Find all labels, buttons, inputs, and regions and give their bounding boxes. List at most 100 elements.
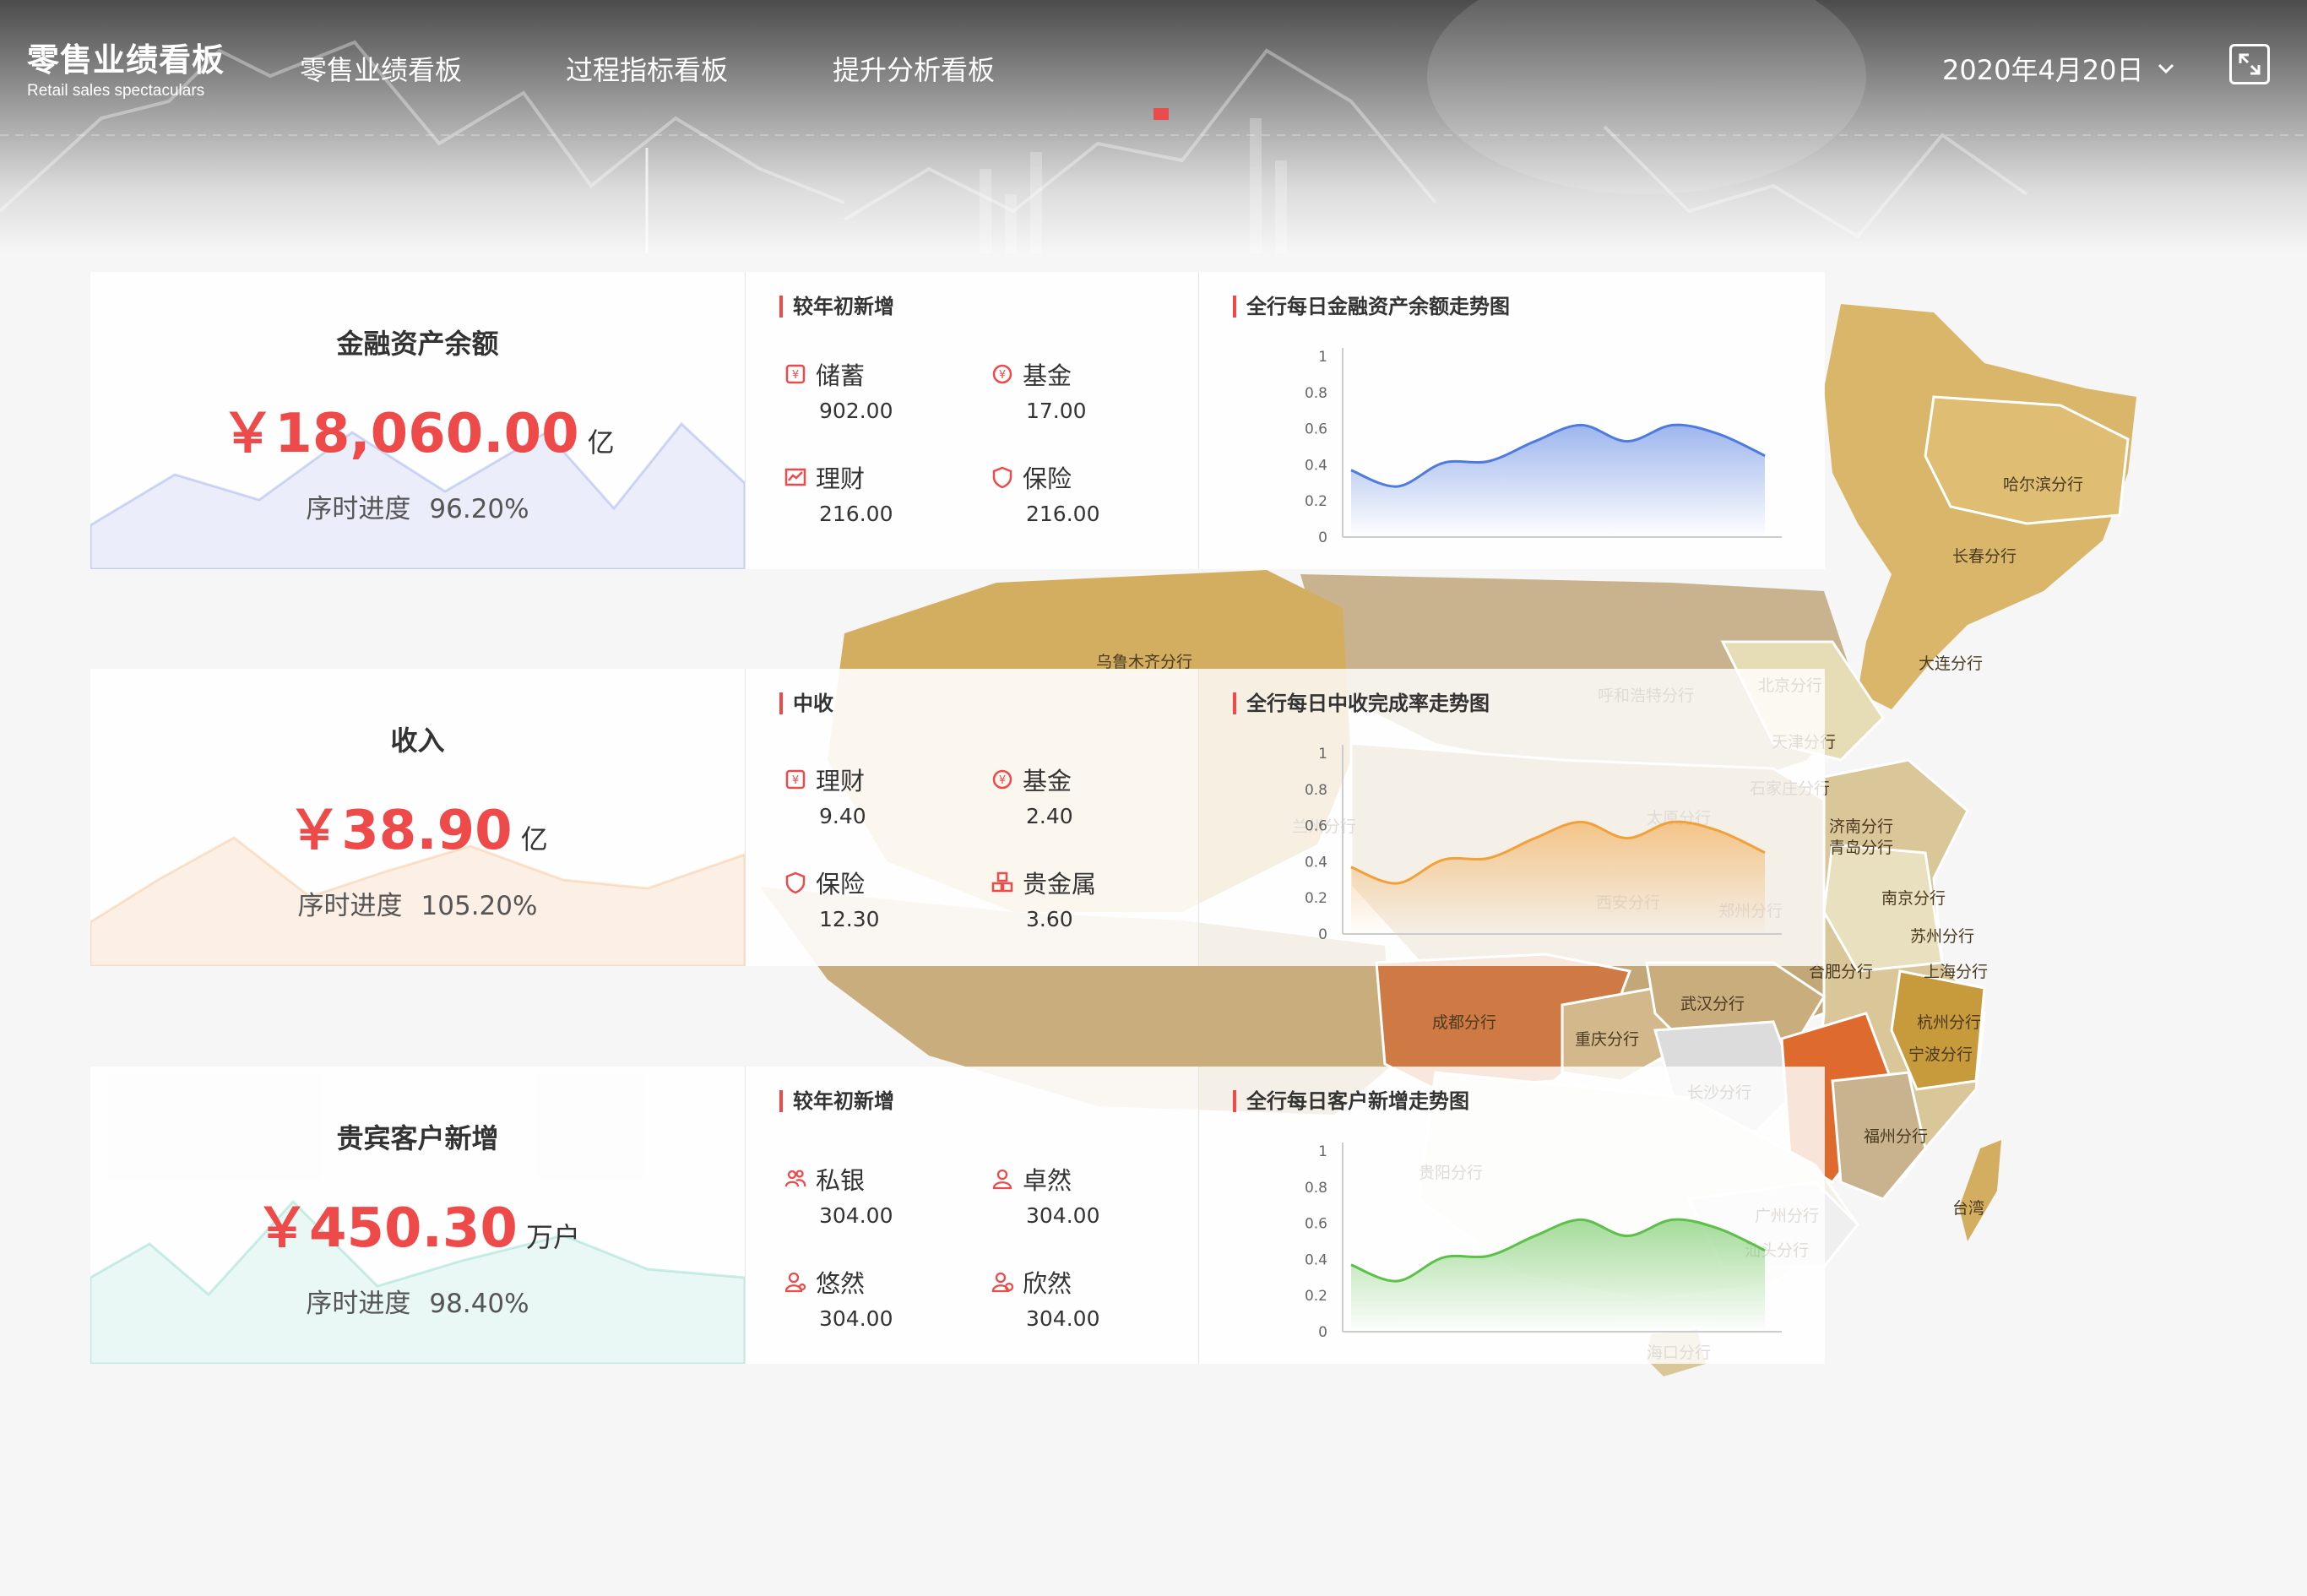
item-label: 基金	[1023, 767, 1072, 795]
row-financial-assets: 金融资产余额 ￥18,060.00 亿 序时进度 96.20% 较年初新增 ¥ 储蓄 …	[90, 272, 1825, 569]
item-label: 卓然	[1023, 1166, 1072, 1195]
y-tick-label: 0.4	[1305, 1251, 1327, 1268]
map-branch-label[interactable]: 苏州分行	[1910, 927, 1974, 946]
item-private-bank[interactable]: 私银 304.00	[784, 1161, 978, 1228]
item-precious-metal[interactable]: 贵金属 3.60	[991, 865, 1185, 931]
map-branch-label[interactable]: 武汉分行	[1680, 995, 1745, 1013]
item-value: 304.00	[1026, 1306, 1100, 1331]
item-label: 欣然	[1023, 1269, 1072, 1298]
wealth-chart-icon	[784, 468, 806, 486]
wealth-icon: ¥	[785, 769, 806, 790]
y-tick-label: 1	[1318, 349, 1327, 366]
y-tick-label: 0.6	[1305, 818, 1327, 835]
nav-tab-retail-performance[interactable]: 零售业绩看板	[300, 49, 462, 88]
user-badge-icon	[784, 1272, 806, 1293]
kpi-value: ￥18,060.00 亿	[90, 390, 745, 468]
item-savings[interactable]: ¥ 储蓄 902.00	[784, 356, 978, 423]
trend-chart: 0 0.2 0.4 0.6 0.8 1	[1305, 1143, 1782, 1341]
row-income: 收入 ￥38.90 亿 序时进度 105.20% 中收 ¥ 理财 9.40 ¥ 基金 2…	[90, 669, 1825, 966]
item-insurance[interactable]: 保险 12.30	[784, 865, 978, 931]
svg-text:¥: ¥	[792, 774, 799, 787]
insurance-shield-icon	[992, 466, 1012, 489]
progress-value: 98.40%	[429, 1289, 529, 1319]
y-tick-label: 0.4	[1305, 854, 1327, 871]
map-branch-label[interactable]: 上海分行	[1924, 963, 1988, 981]
item-zhuoran[interactable]: 卓然 304.00	[991, 1161, 1185, 1228]
item-fund[interactable]: ¥ 基金 2.40	[991, 762, 1185, 828]
progress-value: 105.20%	[421, 891, 538, 921]
item-value: 3.60	[1026, 907, 1073, 931]
kpi-amount: ￥38.90	[287, 800, 513, 862]
item-wealth[interactable]: 理财 216.00	[784, 459, 978, 526]
map-branch-label[interactable]: 南京分行	[1881, 889, 1946, 908]
map-branch-label[interactable]: 哈尔滨分行	[2003, 475, 2083, 494]
item-value: 2.40	[1026, 804, 1073, 828]
item-value: 17.00	[1026, 399, 1087, 423]
private-bank-users-icon	[784, 1170, 806, 1187]
kpi-card[interactable]: 金融资产余额 ￥18,060.00 亿 序时进度 96.20%	[90, 272, 745, 569]
map-branch-label[interactable]: 福州分行	[1864, 1127, 1928, 1146]
kpi-unit: 万户	[525, 1221, 580, 1253]
map-branch-label[interactable]: 重庆分行	[1575, 1030, 1639, 1049]
svg-text:¥: ¥	[999, 369, 1006, 382]
breakdown-panel: 较年初新增 私银 304.00 卓然 304.00 悠然 304.00 欣然 3…	[745, 1067, 1199, 1364]
map-branch-label[interactable]: 青岛分行	[1829, 839, 1893, 857]
kpi-unit: 亿	[587, 426, 615, 459]
kpi-title: 金融资产余额	[336, 328, 499, 360]
trend-chart: 0 0.2 0.4 0.6 0.8 1	[1305, 745, 1782, 943]
y-tick-label: 0.8	[1305, 782, 1327, 799]
kpi-card[interactable]: 贵宾客户新增 ￥450.30 万户 序时进度 98.40%	[90, 1067, 745, 1364]
y-tick-label: 0	[1318, 1324, 1327, 1341]
y-tick-label: 0.8	[1305, 1180, 1327, 1197]
y-tick-label: 1	[1318, 746, 1327, 763]
item-value: 304.00	[819, 1203, 893, 1228]
y-tick-label: 1	[1318, 1143, 1327, 1160]
breakdown-title: 较年初新增	[779, 296, 894, 318]
date-picker[interactable]: 2020年4月20日	[1942, 49, 2176, 88]
item-value: 9.40	[819, 804, 866, 828]
y-tick-label: 0.2	[1305, 890, 1327, 907]
map-region-taiwan[interactable]	[1959, 1140, 2001, 1241]
item-value: 902.00	[819, 399, 893, 423]
map-branch-label[interactable]: 长春分行	[1952, 547, 2017, 566]
map-branch-label[interactable]: 杭州分行	[1917, 1013, 1981, 1032]
kpi-card[interactable]: 收入 ￥38.90 亿 序时进度 105.20%	[90, 669, 745, 966]
map-branch-label[interactable]: 大连分行	[1919, 654, 1983, 673]
row-vip-customers: 贵宾客户新增 ￥450.30 万户 序时进度 98.40% 较年初新增 私银 304…	[90, 1067, 1825, 1364]
expand-button[interactable]	[2229, 44, 2270, 84]
item-value: 216.00	[1026, 502, 1100, 526]
item-label: 基金	[1023, 361, 1072, 390]
breakdown-panel: 中收 ¥ 理财 9.40 ¥ 基金 2.40 保险 12.30 贵金属 3.60	[745, 669, 1199, 966]
item-label: 贵金属	[1023, 870, 1097, 898]
item-label: 理财	[816, 767, 866, 795]
gold-bars-icon	[991, 871, 1013, 893]
kpi-progress: 序时进度 96.20%	[90, 487, 745, 525]
nav-tab-process-indicators[interactable]: 过程指标看板	[566, 49, 728, 88]
date-value: 2020年4月20日	[1942, 54, 2144, 86]
kpi-amount: ￥450.30	[255, 1197, 518, 1260]
insurance-shield-icon	[785, 871, 806, 894]
logo[interactable]: 零售业绩看板 Retail sales spectaculars	[27, 34, 225, 100]
item-label: 悠然	[816, 1269, 866, 1298]
map-branch-label[interactable]: 宁波分行	[1908, 1045, 1973, 1064]
map-branch-label[interactable]: 成都分行	[1432, 1013, 1496, 1032]
user-icon	[992, 1169, 1012, 1190]
item-label: 保险	[1023, 464, 1072, 493]
item-youran[interactable]: 悠然 304.00	[784, 1264, 978, 1331]
item-wealth[interactable]: ¥ 理财 9.40	[784, 762, 978, 828]
y-tick-label: 0.6	[1305, 421, 1327, 438]
expand-icon	[2239, 53, 2261, 75]
item-label: 储蓄	[816, 361, 866, 390]
logo-title: 零售业绩看板	[27, 41, 225, 79]
item-xinran[interactable]: 欣然 304.00	[991, 1264, 1185, 1331]
y-tick-label: 0	[1318, 529, 1327, 546]
item-fund[interactable]: ¥ 基金 17.00	[991, 356, 1185, 423]
map-branch-label[interactable]: 济南分行	[1829, 817, 1893, 836]
item-value: 12.30	[819, 907, 880, 931]
map-branch-label[interactable]: 台湾	[1952, 1199, 1984, 1218]
item-value: 216.00	[819, 502, 893, 526]
kpi-value: ￥38.90 亿	[90, 787, 745, 865]
chevron-down-icon	[2158, 63, 2174, 74]
nav-tab-improvement-analysis[interactable]: 提升分析看板	[833, 49, 995, 88]
item-insurance[interactable]: 保险 216.00	[991, 459, 1185, 526]
